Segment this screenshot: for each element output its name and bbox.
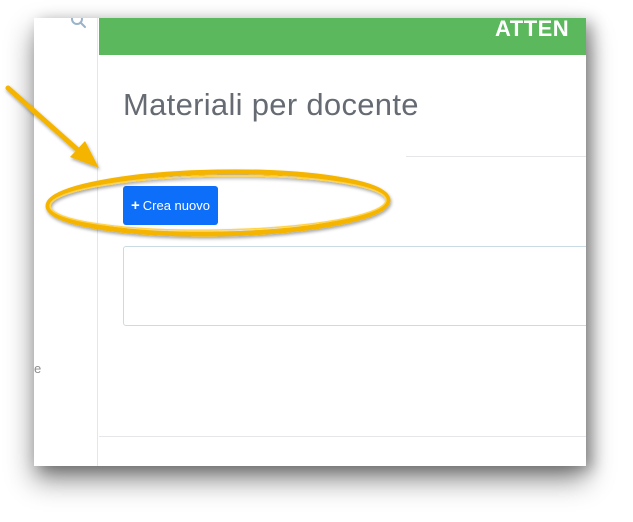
screenshot-stage: e ATTEN Materiali per docente + Crea nuo…	[0, 0, 633, 522]
plus-icon: +	[131, 197, 140, 214]
left-sidebar: e	[34, 18, 98, 466]
create-new-button[interactable]: + Crea nuovo	[123, 186, 218, 225]
alert-banner: ATTEN	[99, 18, 586, 55]
sidebar-truncated-text: e	[34, 361, 42, 376]
app-window: e ATTEN Materiali per docente + Crea nuo…	[34, 18, 586, 466]
create-new-label: Crea nuovo	[142, 198, 210, 213]
search-icon[interactable]	[70, 18, 88, 30]
banner-text: ATTEN	[495, 18, 570, 41]
title-divider	[406, 156, 586, 157]
footer-divider	[99, 436, 586, 437]
page-title: Materiali per docente	[123, 87, 419, 122]
materials-list-panel	[123, 246, 586, 326]
